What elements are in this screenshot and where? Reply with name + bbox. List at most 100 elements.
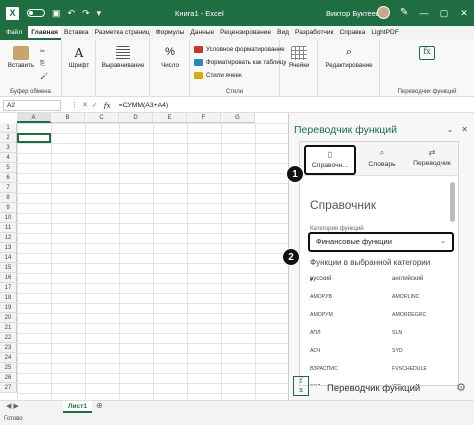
tab-view[interactable]: Вид: [274, 26, 292, 40]
close-button[interactable]: ✕: [454, 0, 474, 26]
tab-developer[interactable]: Разработчик: [292, 26, 336, 40]
font-button[interactable]: A Шрифт: [66, 46, 92, 69]
tab-lightpdf[interactable]: LightPDF: [368, 26, 402, 40]
customize-qat-icon[interactable]: ▾: [97, 8, 102, 19]
row-header[interactable]: 4: [0, 153, 17, 163]
minimize-button[interactable]: —: [414, 0, 434, 26]
row-header[interactable]: 2: [0, 133, 17, 143]
tab-home[interactable]: Главная: [28, 26, 62, 40]
row-header[interactable]: 3: [0, 143, 17, 153]
row-header[interactable]: 23: [0, 343, 17, 353]
column-header[interactable]: C: [85, 113, 119, 123]
nav-dictionary[interactable]: ⌕ Словарь: [356, 148, 408, 168]
autosave-toggle[interactable]: [27, 9, 45, 17]
row-header[interactable]: 22: [0, 333, 17, 343]
column-header[interactable]: G: [221, 113, 255, 123]
add-sheet-icon[interactable]: ⊕: [96, 401, 103, 410]
row-header[interactable]: 5: [0, 163, 17, 173]
pane-footer-title: Переводчик функций: [327, 383, 421, 394]
row-header[interactable]: 11: [0, 223, 17, 233]
number-button[interactable]: % Число: [155, 46, 185, 69]
editing-button[interactable]: ⌕ Редактирование: [320, 46, 378, 69]
avatar[interactable]: [377, 6, 390, 19]
function-name-en[interactable]: SLN: [392, 330, 402, 336]
tab-help[interactable]: Справка: [336, 26, 368, 40]
row-header[interactable]: 20: [0, 313, 17, 323]
row-header[interactable]: 7: [0, 183, 17, 193]
row-header[interactable]: 13: [0, 243, 17, 253]
worksheet-grid[interactable]: A B C D E F G 1 2 3 4 5 6 7 8 9 10 11 12 13 14 15 16 17 18 19 20 21…: [0, 113, 288, 400]
redo-icon[interactable]: ↷: [82, 8, 90, 19]
tab-page-layout[interactable]: Разметка страниц: [92, 26, 153, 40]
column-header[interactable]: F: [187, 113, 221, 123]
function-name-ru[interactable]: АМОРУМ: [310, 312, 333, 318]
tab-data[interactable]: Данные: [187, 26, 217, 40]
row-header[interactable]: 14: [0, 253, 17, 263]
row-header[interactable]: 24: [0, 353, 17, 363]
paste-button[interactable]: Вставить: [6, 46, 36, 69]
formula-input[interactable]: =СУММ(A3+A4): [119, 102, 168, 109]
format-painter-icon[interactable]: 🖌: [40, 72, 48, 80]
nav-reference[interactable]: ▯ Справочн...: [304, 145, 356, 175]
pen-icon[interactable]: ✎: [400, 7, 408, 18]
row-header[interactable]: 6: [0, 173, 17, 183]
row-header[interactable]: 16: [0, 273, 17, 283]
pane-close-icon[interactable]: ✕: [461, 125, 468, 134]
format-table-button[interactable]: Форматировать как таблицу: [194, 59, 287, 66]
tab-formulas[interactable]: Формулы: [153, 26, 188, 40]
cell-styles-icon: [194, 72, 203, 79]
column-header[interactable]: B: [51, 113, 85, 123]
cells-button[interactable]: Ячейки: [284, 46, 314, 69]
row-header[interactable]: 15: [0, 263, 17, 273]
function-name-en[interactable]: AMORDEGRC: [392, 312, 426, 318]
insert-function-button[interactable]: fx: [104, 101, 111, 110]
maximize-button[interactable]: ▢: [434, 0, 454, 26]
func-translator-ribbon-button[interactable]: fx: [400, 46, 454, 62]
cond-format-button[interactable]: Условное форматирование: [194, 46, 285, 53]
row-header[interactable]: 1: [0, 123, 17, 133]
column-header[interactable]: A: [17, 113, 51, 123]
category-select[interactable]: Финансовые функции ⌄: [308, 232, 454, 252]
function-name-ru[interactable]: АПЛ: [310, 330, 321, 336]
selected-cell[interactable]: [17, 133, 51, 143]
row-header[interactable]: 8: [0, 193, 17, 203]
function-name-ru[interactable]: ВЗРАСПИС: [310, 366, 338, 372]
function-name-ru[interactable]: АМОРУВ: [310, 294, 332, 300]
cell-styles-button[interactable]: Стили ячеек: [194, 72, 242, 79]
row-header[interactable]: 27: [0, 383, 17, 393]
row-header[interactable]: 21: [0, 323, 17, 333]
function-name-ru[interactable]: АСЧ: [310, 348, 320, 354]
user-name[interactable]: Виктор Буктеев: [326, 9, 380, 18]
row-header[interactable]: 12: [0, 233, 17, 243]
row-header[interactable]: 9: [0, 203, 17, 213]
row-header[interactable]: 10: [0, 213, 17, 223]
copy-icon[interactable]: ⎘: [40, 60, 45, 68]
sheet-tab-1[interactable]: Лист1: [63, 401, 92, 413]
row-header[interactable]: 25: [0, 363, 17, 373]
pane-scrollbar[interactable]: [450, 182, 455, 222]
nav-translator[interactable]: ⇄ Переводчик: [406, 148, 458, 167]
lang-from[interactable]: русский ▾: [310, 276, 332, 283]
row-header[interactable]: 18: [0, 293, 17, 303]
alignment-button[interactable]: Выравнивание: [98, 46, 148, 69]
function-name-en[interactable]: FVSCHEDULE: [392, 366, 427, 372]
function-name-en[interactable]: SYD: [392, 348, 403, 354]
undo-icon[interactable]: ↶: [68, 8, 76, 19]
tab-review[interactable]: Рецензирование: [217, 26, 274, 40]
column-header[interactable]: D: [119, 113, 153, 123]
name-box[interactable]: A2: [3, 99, 61, 111]
pane-options-icon[interactable]: ⌄: [447, 125, 454, 134]
cut-icon[interactable]: ✂: [40, 48, 45, 55]
row-header[interactable]: 17: [0, 283, 17, 293]
formula-bar-buttons[interactable]: ⋮✕✓: [71, 101, 102, 109]
function-name-ru[interactable]: ВСД: [310, 384, 320, 385]
row-header[interactable]: 26: [0, 373, 17, 383]
function-name-en[interactable]: AMORLINC: [392, 294, 419, 300]
sheet-nav-arrows[interactable]: ◀ ▶: [6, 402, 19, 410]
row-header[interactable]: 19: [0, 303, 17, 313]
tab-file[interactable]: Файл: [0, 26, 29, 40]
column-header[interactable]: E: [153, 113, 187, 123]
gear-icon[interactable]: ⚙: [456, 381, 466, 394]
tab-insert[interactable]: Вставка: [61, 26, 92, 40]
save-icon[interactable]: ▣: [52, 8, 61, 19]
